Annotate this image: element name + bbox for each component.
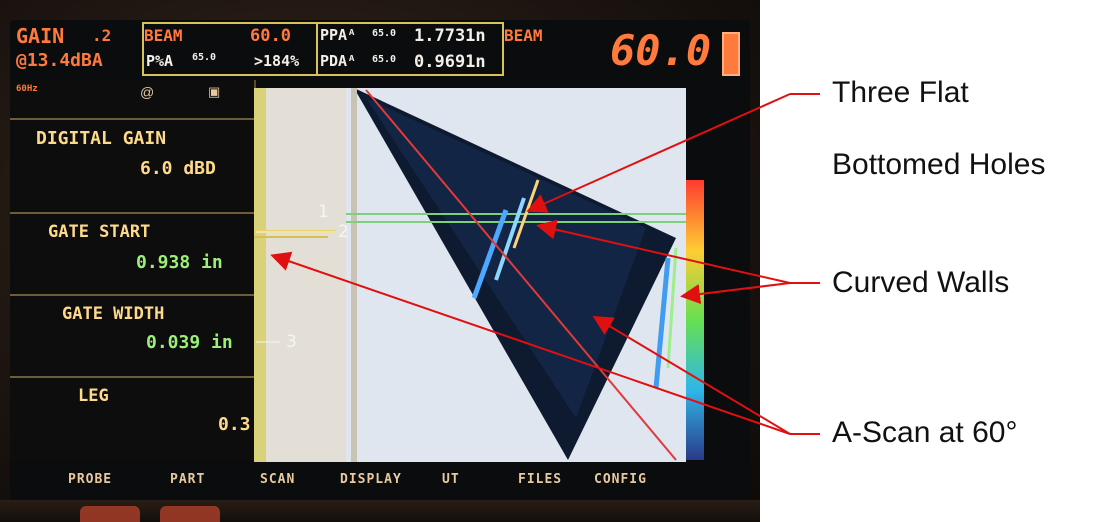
- gate-width-value[interactable]: 0.039 in: [146, 332, 233, 353]
- beam2-label: BEAM: [504, 26, 543, 45]
- frequency-label: 60Hz: [16, 84, 38, 94]
- hardware-button-left: [80, 506, 140, 522]
- sector-scan-image: [346, 88, 686, 462]
- pda-value: 0.9691n: [414, 52, 486, 72]
- a-scan-display: [254, 88, 346, 462]
- menu-part[interactable]: PART: [170, 472, 205, 487]
- a-scan-trace: [254, 88, 266, 462]
- ppa-label: PPAᴬ: [320, 26, 357, 44]
- pxa-value: >184%: [254, 52, 300, 70]
- marker-1: 1: [318, 202, 329, 222]
- menu-ut[interactable]: UT: [442, 472, 460, 487]
- digital-gain-label: DIGITAL GAIN: [36, 128, 167, 149]
- ppa-value: 1.7731n: [414, 26, 486, 46]
- battery-icon: [722, 32, 740, 76]
- gain-value: @13.4dBA: [16, 50, 103, 71]
- menu-display[interactable]: DISPLAY: [340, 472, 402, 487]
- instrument-photo: GAIN .2 @13.4dBA BEAM 60.0 P%A 65.0 >184…: [0, 0, 760, 522]
- pxa-label: P%A: [146, 52, 174, 70]
- annotation-a-scan: A-Scan at 60°: [832, 416, 1018, 449]
- ppa-sub: 65.0: [372, 28, 397, 39]
- menu-probe[interactable]: PROBE: [68, 472, 112, 487]
- hardware-button-right: [160, 506, 220, 522]
- sector-scan-display: [346, 88, 686, 462]
- menu-files[interactable]: FILES: [518, 472, 562, 487]
- instrument-screen: GAIN .2 @13.4dBA BEAM 60.0 P%A 65.0 >184…: [10, 20, 750, 502]
- annotation-three-flat-line1: Three Flat: [832, 76, 969, 109]
- a-scan-echo-2: [254, 236, 328, 238]
- beam-value: 60.0: [250, 26, 291, 46]
- marker-3: 3: [286, 332, 297, 352]
- menu-config[interactable]: CONFIG: [594, 472, 647, 487]
- pda-sub: 65.0: [372, 54, 397, 65]
- gate-start-label: GATE START: [48, 222, 151, 242]
- gate-start-value[interactable]: 0.938 in: [136, 252, 223, 273]
- annotation-three-flat-line2: Bottomed Holes: [832, 148, 1046, 181]
- gain-step: .2: [92, 26, 112, 45]
- save-icon: ▣: [208, 84, 221, 99]
- marker-2: 2: [338, 222, 349, 242]
- at-icon: @: [140, 84, 155, 100]
- gain-label: GAIN: [16, 24, 65, 48]
- amplitude-color-scale: [686, 180, 704, 460]
- menu-scan[interactable]: SCAN: [260, 472, 295, 487]
- gate-width-label: GATE WIDTH: [62, 304, 165, 324]
- parameter-panel: 60Hz @ ▣ DIGITAL GAIN 6.0 dBD GATE START…: [10, 80, 256, 460]
- leg-value: 0.3: [218, 414, 251, 435]
- digital-gain-value: 6.0 dBD: [140, 158, 216, 179]
- pxa-sub: 65.0: [192, 52, 217, 63]
- big-beam-value: 60.0: [610, 26, 712, 75]
- annotation-curved-walls: Curved Walls: [832, 266, 1010, 299]
- beam-label: BEAM: [144, 26, 183, 45]
- pda-label: PDAᴬ: [320, 52, 357, 70]
- leg-label: LEG: [78, 386, 109, 406]
- a-scan-echo-1: [254, 230, 336, 233]
